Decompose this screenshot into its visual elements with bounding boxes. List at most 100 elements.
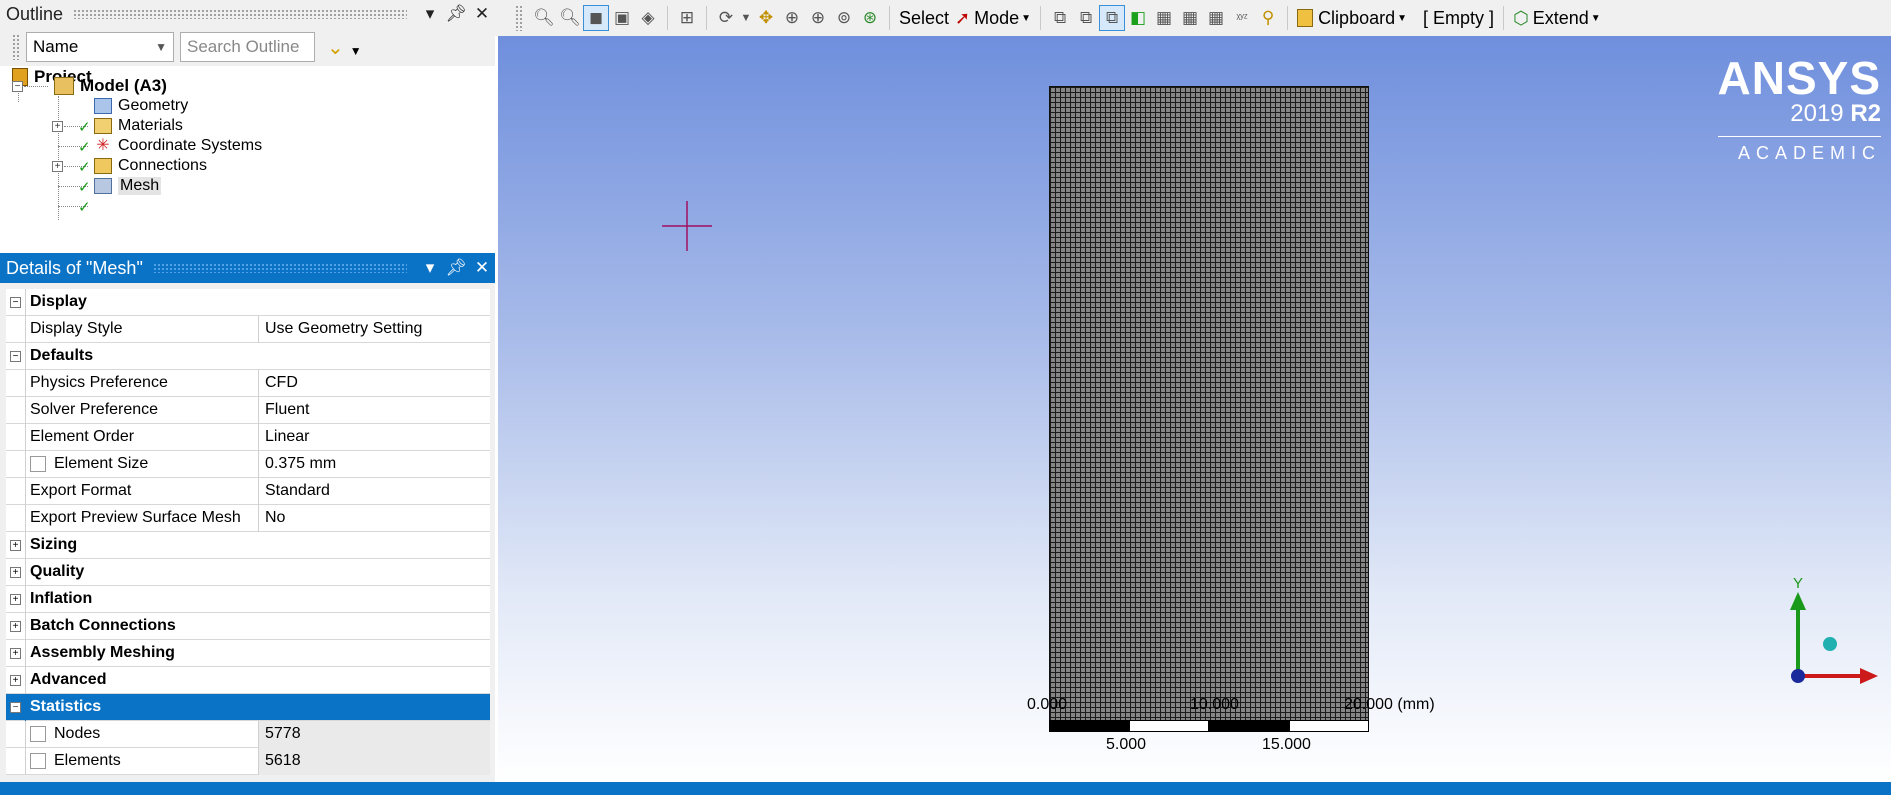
- select-button[interactable]: Select: [896, 2, 952, 34]
- property-elements[interactable]: Elements 5618: [6, 747, 490, 775]
- expand-icon[interactable]: +: [52, 121, 63, 132]
- dropdown-arrow-icon[interactable]: ▾: [417, 4, 443, 24]
- parameter-checkbox[interactable]: [30, 725, 46, 742]
- coordinate-pick-icon[interactable]: ᵡʸᶻ: [1229, 5, 1255, 31]
- property-value[interactable]: Use Geometry Setting: [258, 315, 490, 343]
- select-face-icon[interactable]: ⧉: [1099, 5, 1126, 31]
- category-assembly-meshing[interactable]: + Assembly Meshing: [6, 639, 490, 667]
- tree-item-model[interactable]: Model (A3): [54, 75, 167, 97]
- property-label: Export Format: [30, 482, 132, 499]
- toolbar-separator: [706, 6, 707, 30]
- select-element-face-icon[interactable]: ▦: [1151, 5, 1177, 31]
- category-statistics[interactable]: − Statistics: [6, 693, 490, 721]
- expand-icon[interactable]: +: [10, 647, 21, 659]
- rotate-icon[interactable]: ⟳: [713, 5, 739, 31]
- pan-icon[interactable]: ✥: [753, 5, 779, 31]
- property-export-format[interactable]: Export Format Standard: [6, 477, 490, 505]
- select-vertex-icon[interactable]: ⧉: [1047, 5, 1073, 31]
- search-expand-icon[interactable]: ⌄: [327, 35, 344, 60]
- property-solver-preference[interactable]: Solver Preference Fluent: [6, 396, 490, 424]
- expand-icon[interactable]: +: [10, 620, 21, 632]
- scale-bar: [1049, 720, 1369, 732]
- select-edge-icon[interactable]: ⧉: [1073, 5, 1099, 31]
- property-value[interactable]: Linear: [258, 423, 490, 451]
- property-nodes[interactable]: Nodes 5778: [6, 720, 490, 748]
- pin-icon[interactable]: 📌︎: [443, 258, 469, 278]
- collapse-icon[interactable]: −: [10, 701, 21, 713]
- property-element-order[interactable]: Element Order Linear: [6, 423, 490, 451]
- details-title: Details of "Mesh": [6, 257, 143, 278]
- category-batch-connections[interactable]: + Batch Connections: [6, 612, 490, 640]
- expand-icon[interactable]: +: [10, 566, 21, 578]
- hit-point-icon[interactable]: ⚲: [1255, 5, 1281, 31]
- toolbar-grip[interactable]: [515, 5, 523, 31]
- property-value[interactable]: Standard: [258, 477, 490, 505]
- pin-icon[interactable]: 📌︎: [443, 4, 469, 24]
- category-sizing[interactable]: + Sizing: [6, 531, 490, 559]
- property-value[interactable]: No: [258, 504, 490, 532]
- scale-label: 0.000: [1027, 696, 1068, 713]
- axis-triad-icon[interactable]: Y: [1778, 576, 1888, 686]
- wireframe-view-icon[interactable]: ▣: [609, 5, 635, 31]
- row-gutter: +: [6, 585, 26, 613]
- select-element-icon[interactable]: ▦: [1177, 5, 1203, 31]
- dropdown-arrow-icon[interactable]: ▾: [417, 258, 443, 278]
- zoom-icon[interactable]: ⊕: [779, 5, 805, 31]
- expand-icon[interactable]: +: [10, 674, 21, 686]
- toolbar-grip[interactable]: [12, 34, 20, 60]
- solid-view-icon[interactable]: ◼: [583, 5, 609, 31]
- category-quality[interactable]: + Quality: [6, 558, 490, 586]
- tree-item-geometry[interactable]: Geometry: [94, 95, 188, 117]
- property-value[interactable]: Fluent: [258, 396, 490, 424]
- box-zoom-icon[interactable]: ⊕: [805, 5, 831, 31]
- category-inflation[interactable]: + Inflation: [6, 585, 490, 613]
- property-element-size[interactable]: Element Size 0.375 mm: [6, 450, 490, 478]
- rotate-dropdown-icon[interactable]: ▼: [739, 5, 753, 31]
- tree-item-materials[interactable]: Materials: [94, 115, 183, 137]
- property-value[interactable]: CFD: [258, 369, 490, 397]
- property-display-style[interactable]: Display Style Use Geometry Setting: [6, 315, 490, 343]
- extend-button[interactable]: ⬡ Extend ▼: [1510, 2, 1604, 34]
- close-icon[interactable]: ✕: [469, 258, 495, 278]
- magnifier-icon[interactable]: ⊛: [857, 5, 883, 31]
- show-vertices-icon[interactable]: ⊞: [674, 5, 700, 31]
- outline-grip[interactable]: [73, 9, 407, 19]
- mode-button[interactable]: ➚ Mode ▼: [952, 2, 1034, 34]
- parameter-checkbox[interactable]: [30, 455, 46, 472]
- tree-item-label: Model (A3): [80, 76, 167, 95]
- connections-icon: [94, 158, 112, 174]
- property-value[interactable]: 0.375 mm: [258, 450, 490, 478]
- outline-panel: Outline ▾ 📌︎ ✕ Name ▼ Search Outline ⌄ ▼: [0, 0, 495, 252]
- zoom-in-icon[interactable]: 🔍︎: [557, 5, 583, 31]
- category-advanced[interactable]: + Advanced: [6, 666, 490, 694]
- collapse-icon[interactable]: −: [12, 81, 23, 92]
- collapse-icon[interactable]: −: [10, 350, 21, 362]
- category-display[interactable]: − Display: [6, 288, 490, 316]
- select-body-icon[interactable]: ◧: [1125, 5, 1151, 31]
- tree-item-connections[interactable]: Connections: [94, 155, 207, 177]
- parameter-checkbox[interactable]: [30, 752, 46, 769]
- expand-icon[interactable]: +: [10, 539, 21, 551]
- filter-combo[interactable]: Name ▼: [26, 32, 174, 62]
- details-grip[interactable]: [152, 263, 407, 273]
- display-edges-icon[interactable]: ◈: [635, 5, 661, 31]
- property-label-with-checkbox: Nodes: [30, 725, 100, 743]
- category-defaults[interactable]: − Defaults: [6, 342, 490, 370]
- graphics-viewport[interactable]: ANSYS 2019 R2 ACADEMIC 0.000 10.000 20.0…: [498, 36, 1891, 782]
- zoom-out-icon[interactable]: 🔍︎: [531, 5, 557, 31]
- more-options-icon[interactable]: ▼: [350, 44, 362, 58]
- property-export-preview[interactable]: Export Preview Surface Mesh No: [6, 504, 490, 532]
- property-label: Element Order: [30, 428, 135, 445]
- collapse-icon[interactable]: −: [10, 296, 21, 308]
- mesh-body[interactable]: [1049, 86, 1369, 731]
- tree-item-mesh[interactable]: Mesh: [94, 175, 162, 197]
- clipboard-button[interactable]: Clipboard ▼: [1294, 2, 1410, 34]
- property-physics-preference[interactable]: Physics Preference CFD: [6, 369, 490, 397]
- select-node-icon[interactable]: ▦: [1203, 5, 1229, 31]
- expand-icon[interactable]: +: [52, 161, 63, 172]
- search-outline-input[interactable]: Search Outline: [180, 32, 315, 62]
- tree-item-coordinate-systems[interactable]: ✳ Coordinate Systems: [94, 135, 262, 157]
- zoom-to-fit-icon[interactable]: ⊚: [831, 5, 857, 31]
- expand-icon[interactable]: +: [10, 593, 21, 605]
- close-icon[interactable]: ✕: [469, 4, 495, 24]
